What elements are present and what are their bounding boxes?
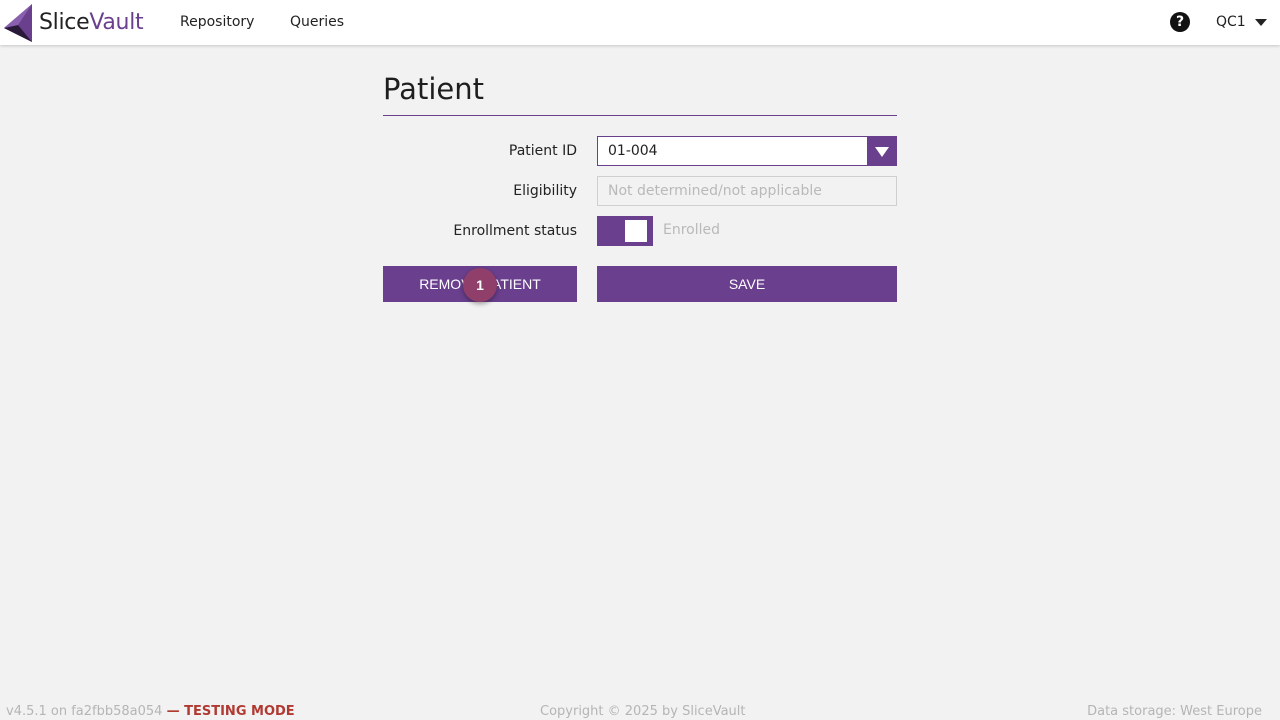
- logo-icon: [4, 4, 32, 42]
- dropdown-arrow-button[interactable]: [867, 137, 896, 165]
- save-button[interactable]: SAVE: [597, 266, 897, 302]
- eligibility-field[interactable]: Not determined/not applicable: [597, 176, 897, 206]
- footer-version: v4.5.1 on fa2fbb58a054 — TESTING MODE: [6, 704, 295, 719]
- step-marker-badge: 1: [463, 268, 497, 302]
- enrollment-status-label: Enrollment status: [453, 223, 577, 239]
- nav-queries[interactable]: Queries: [290, 14, 344, 30]
- patient-id-value: 01-004: [608, 143, 658, 159]
- toggle-knob: [625, 220, 647, 242]
- eligibility-placeholder: Not determined/not applicable: [608, 183, 822, 199]
- patient-id-label: Patient ID: [508, 143, 577, 159]
- enrollment-state-label: Enrolled: [663, 222, 721, 238]
- slicevault-logo[interactable]: SliceVault: [4, 4, 144, 42]
- page-title: Patient: [383, 72, 484, 106]
- triangle-down-icon: [875, 147, 889, 157]
- footer-storage: Data storage: West Europe: [1087, 704, 1262, 719]
- logo-text-slice: Slice: [39, 9, 90, 35]
- eligibility-label: Eligibility: [513, 183, 577, 199]
- logo-text-vault: Vault: [89, 9, 144, 35]
- patient-id-select[interactable]: 01-004: [597, 136, 897, 166]
- nav-repository[interactable]: Repository: [180, 14, 254, 30]
- title-divider: [383, 115, 897, 116]
- logo-text: SliceVault: [39, 9, 144, 35]
- user-menu-label[interactable]: QC1: [1216, 14, 1246, 30]
- question-circle-icon[interactable]: ?: [1170, 12, 1190, 32]
- testing-mode-label: — TESTING MODE: [166, 704, 295, 719]
- footer-copyright: Copyright © 2025 by SliceVault: [540, 704, 746, 719]
- top-navigation-bar: SliceVault Repository Queries ? QC1: [0, 0, 1280, 45]
- version-text: v4.5.1 on fa2fbb58a054: [6, 704, 163, 719]
- caret-down-icon[interactable]: [1255, 19, 1267, 26]
- enrollment-toggle[interactable]: [597, 216, 653, 246]
